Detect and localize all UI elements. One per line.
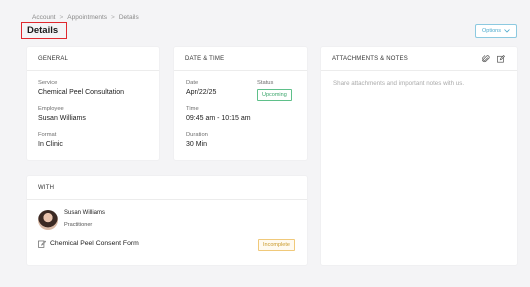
with-card-header: WITH <box>27 176 307 200</box>
form-status-badge: Incomplete <box>258 239 295 251</box>
status-field: Status <box>257 80 273 86</box>
format-value: In Clinic <box>38 141 63 148</box>
duration-label: Duration <box>186 132 208 138</box>
breadcrumb-item-account[interactable]: Account <box>32 14 56 21</box>
options-button-label: Options <box>482 28 501 34</box>
person-name: Susan Williams <box>64 210 106 216</box>
time-value: 09:45 am - 10:15 am <box>186 115 251 122</box>
form-document-icon <box>38 240 46 248</box>
breadcrumb-separator: > <box>111 14 115 21</box>
format-label: Format <box>38 132 57 138</box>
attachments-actions <box>482 55 505 63</box>
breadcrumb-item-details: Details <box>118 14 139 21</box>
breadcrumb: Account > Appointments > Details <box>32 14 139 21</box>
general-card-header: GENERAL <box>27 47 159 71</box>
page-title-highlight: Details <box>21 22 67 39</box>
employee-value: Susan Williams <box>38 115 86 122</box>
service-field: Service Chemical Peel Consultation <box>38 80 124 96</box>
general-card: GENERAL Service Chemical Peel Consultati… <box>27 47 159 160</box>
edit-note-icon[interactable] <box>497 55 505 63</box>
datetime-card: DATE & TIME Date Apr/22/25 Status Upcomi… <box>174 47 307 160</box>
status-label: Status <box>257 80 274 86</box>
duration-field: Duration 30 Min <box>186 132 208 148</box>
date-value: Apr/22/25 <box>186 89 217 96</box>
duration-value: 30 Min <box>186 141 208 148</box>
employee-label: Employee <box>38 106 64 112</box>
attachments-placeholder: Share attachments and important notes wi… <box>333 80 465 87</box>
date-field: Date Apr/22/25 <box>186 80 216 96</box>
options-button[interactable]: Options <box>475 24 517 38</box>
breadcrumb-item-appointments[interactable]: Appointments <box>67 14 107 21</box>
employee-field: Employee Susan Williams <box>38 106 86 122</box>
time-field: Time 09:45 am - 10:15 am <box>186 106 251 122</box>
service-label: Service <box>38 80 58 86</box>
breadcrumb-separator: > <box>59 14 64 21</box>
consent-form-link[interactable]: Chemical Peel Consent Form <box>50 240 139 247</box>
attachments-card: ATTACHMENTS & NOTES Share attachments an… <box>321 47 517 265</box>
status-badge: Upcoming <box>257 89 292 101</box>
date-label: Date <box>186 80 199 86</box>
with-card: WITH Susan Williams Practitioner Chemica… <box>27 176 307 265</box>
format-field: Format In Clinic <box>38 132 63 148</box>
person-role: Practitioner <box>64 222 93 228</box>
chevron-down-icon <box>504 29 510 33</box>
datetime-card-header: DATE & TIME <box>174 47 307 71</box>
page-title: Details <box>27 25 59 36</box>
avatar <box>38 210 58 230</box>
service-value: Chemical Peel Consultation <box>38 89 124 96</box>
time-label: Time <box>186 106 199 112</box>
paperclip-icon[interactable] <box>482 55 490 63</box>
